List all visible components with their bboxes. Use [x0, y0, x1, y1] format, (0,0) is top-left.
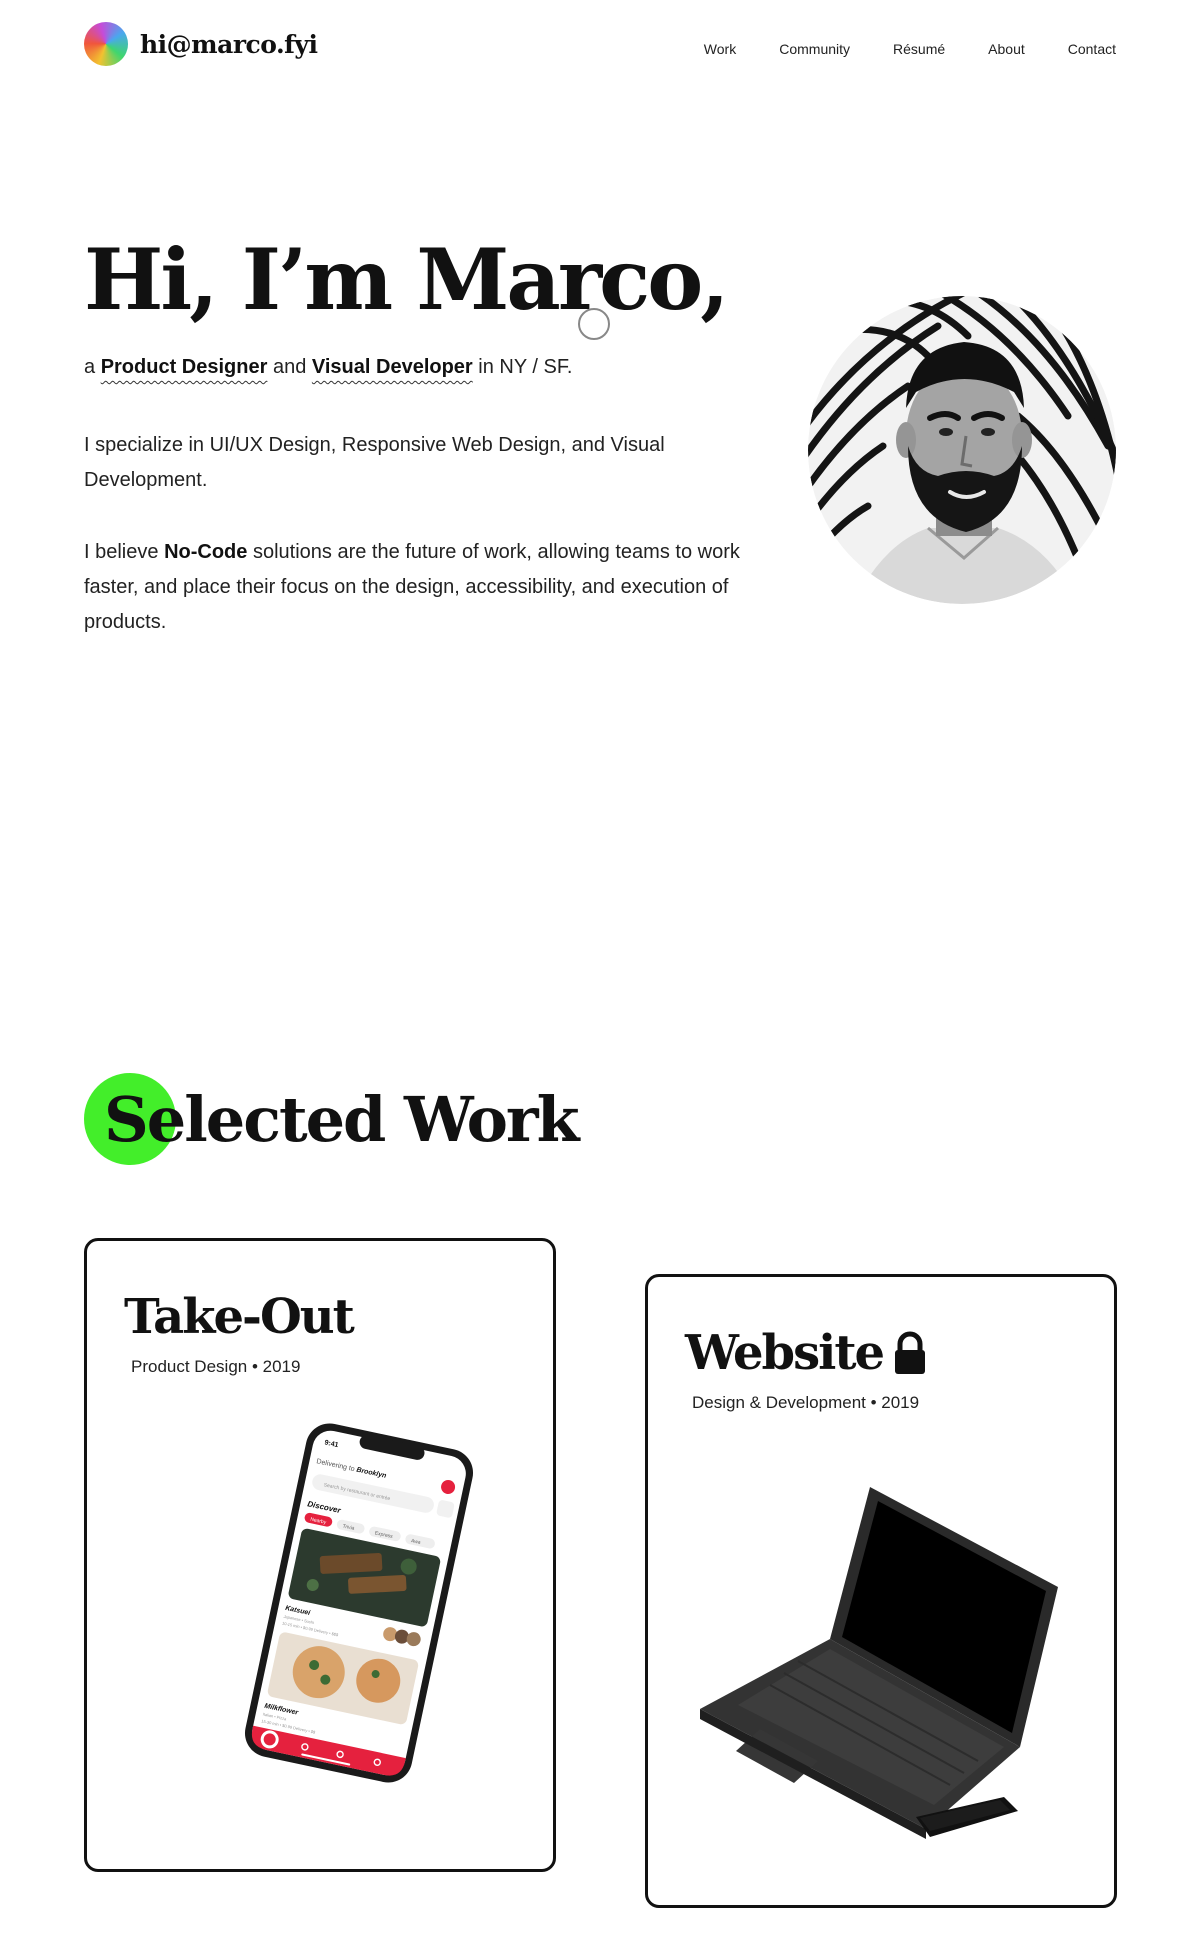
project-meta-website: Design & Development • 2019	[692, 1393, 920, 1412]
subtitle-joiner: and	[272, 356, 307, 378]
nav-link-resume[interactable]: Résumé	[893, 41, 945, 57]
project-title-take-out: Take-Out	[124, 1289, 355, 1345]
lock-icon	[895, 1331, 926, 1374]
project-title-text: Take-Out	[124, 1289, 355, 1345]
main-menu: Work Community Résumé About Contact	[704, 41, 1116, 57]
subtitle-suffix: in NY / SF.	[478, 356, 573, 378]
role-visual-developer[interactable]: Visual Developer	[312, 356, 473, 378]
project-title-text: Website	[685, 1325, 885, 1381]
cursor-ring-icon	[578, 308, 610, 340]
project-meta-take-out: Product Design • 2019	[131, 1357, 301, 1376]
role-product-designer[interactable]: Product Designer	[101, 356, 268, 378]
brand-link[interactable]: hi@marco.fyi	[84, 22, 318, 66]
bio-specialties: I specialize in UI/UX Design, Responsive…	[84, 434, 665, 491]
bio-highlight: No-Code	[164, 541, 248, 563]
bio-prefix: I believe	[84, 541, 159, 563]
selected-work-title: Selected Work	[104, 1083, 580, 1156]
nav-link-community[interactable]: Community	[779, 41, 850, 57]
top-nav: hi@marco.fyi Work Community Résumé About…	[0, 0, 1200, 100]
project-card-take-out[interactable]: 9:41 Delivering to Brooklyn Search by re…	[84, 1238, 556, 1872]
avatar-portrait	[808, 296, 1116, 604]
nav-link-work[interactable]: Work	[704, 41, 736, 57]
hero-subtitle: a Product Designer and Visual Developer …	[84, 356, 572, 379]
nav-link-contact[interactable]: Contact	[1068, 41, 1116, 57]
bio-no-code: I believe No-Code solutions are the futu…	[84, 535, 764, 640]
subtitle-prefix: a	[84, 356, 96, 378]
brand-email: hi@marco.fyi	[140, 29, 318, 59]
hero-title: Hi, I’m Marco,	[84, 230, 730, 329]
nav-link-about[interactable]: About	[988, 41, 1025, 57]
project-card-website[interactable]: Website Design & Development • 2019	[645, 1274, 1117, 1908]
gradient-orb-logo-icon	[84, 22, 128, 66]
project-title-website: Website	[685, 1329, 927, 1377]
portrait-illustration	[808, 296, 1116, 604]
selected-work-heading: Selected Work	[84, 1073, 580, 1167]
